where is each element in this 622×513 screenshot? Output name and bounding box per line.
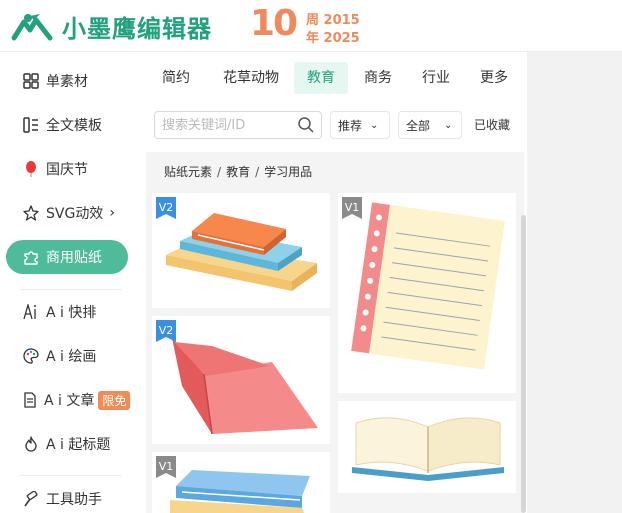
- sidebar-item-label: 工具助手: [46, 492, 102, 508]
- sidebar-item-label: A i 文章: [44, 393, 95, 409]
- stacked-books-image: [166, 213, 317, 291]
- flame-icon: [22, 435, 40, 453]
- breadcrumb-item: 学习用品: [264, 165, 313, 179]
- breadcrumb: 贴纸元素 / 教育 / 学习用品: [164, 163, 312, 180]
- sidebar-item-national-day[interactable]: 国庆节: [6, 152, 128, 186]
- sticker-card-notebook-paper[interactable]: V1: [338, 193, 516, 393]
- red-open-book-image: [172, 338, 318, 435]
- balloon-icon: [22, 160, 40, 178]
- sidebar-item-full-template[interactable]: 全文模板: [6, 108, 128, 142]
- search-icon[interactable]: [297, 116, 315, 134]
- search-input[interactable]: [162, 116, 292, 134]
- sidebar-item-ai-painting[interactable]: A i 绘画: [6, 339, 128, 373]
- sidebar-item-svg-motion[interactable]: SVG动效 ›: [6, 196, 128, 230]
- sticker-card-stacked-books[interactable]: V2: [152, 193, 330, 308]
- version-tag-text: V1: [345, 201, 360, 214]
- hammer-icon: [22, 490, 40, 508]
- notebook-paper-image: [351, 202, 505, 370]
- sticker-card-open-book[interactable]: [338, 401, 516, 493]
- tab-business[interactable]: 商务: [356, 62, 400, 94]
- app-root: 小墨鹰编辑器 10 周 2015 年 2025 单素材 全文模板 国庆节 SVG…: [0, 0, 622, 513]
- ai-icon: [22, 303, 40, 321]
- version-tag-text: V2: [159, 201, 174, 214]
- anniversary-line-1: 周 2015: [306, 13, 360, 28]
- sidebar-item-label: SVG动效: [46, 206, 104, 222]
- star-icon: [22, 204, 40, 222]
- tab-industry[interactable]: 行业: [414, 62, 458, 94]
- breadcrumb-item[interactable]: 教育: [226, 163, 250, 180]
- blue-book-stack-image: [170, 470, 310, 513]
- template-icon: [22, 116, 40, 134]
- sidebar-item-single-material[interactable]: 单素材: [6, 64, 128, 98]
- brand-name[interactable]: 小墨鹰编辑器: [62, 9, 212, 44]
- sidebar-item-label: A i 快排: [46, 305, 97, 321]
- palette-icon: [22, 347, 40, 365]
- search-box: [154, 111, 322, 139]
- sidebar-item-label: 单素材: [46, 74, 88, 90]
- version-tag-icon: V1: [342, 197, 362, 219]
- version-tag-icon: V1: [156, 456, 176, 478]
- free-badge: 限免: [98, 390, 131, 410]
- version-tag-icon: V2: [156, 197, 176, 219]
- chevron-down-icon: ⌄: [370, 119, 379, 131]
- scope-dropdown[interactable]: 全部 ⌄: [398, 111, 462, 139]
- sticker-card-blue-book-stack[interactable]: V1: [152, 452, 330, 513]
- breadcrumb-separator: /: [255, 165, 260, 179]
- sticker-card-red-open-book[interactable]: V2: [152, 316, 330, 444]
- sort-dropdown[interactable]: 推荐 ⌄: [330, 111, 390, 139]
- sidebar-item-label: 全文模板: [46, 118, 102, 134]
- sidebar-divider: [20, 289, 122, 290]
- sidebar-divider: [20, 475, 122, 476]
- sort-dropdown-label: 推荐: [338, 118, 363, 133]
- tab-simple[interactable]: 简约: [154, 62, 198, 94]
- anniversary-number: 10: [250, 3, 298, 44]
- version-tag-text: V1: [159, 460, 174, 473]
- top-header: 小墨鹰编辑器 10 周 2015 年 2025: [0, 0, 622, 52]
- tab-more[interactable]: 更多: [472, 62, 516, 94]
- anniversary-badge: 10 周 2015 年 2025: [250, 3, 365, 47]
- eagle-logo-icon[interactable]: [10, 12, 54, 42]
- sidebar-item-ai-title[interactable]: A i 起标题: [6, 427, 128, 461]
- chevron-right-icon: ›: [109, 205, 115, 221]
- favorites-link[interactable]: 已收藏: [474, 116, 510, 133]
- chevron-down-icon: ⌄: [444, 119, 453, 131]
- breadcrumb-separator: /: [217, 165, 222, 179]
- sidebar-item-tools[interactable]: 工具助手: [6, 482, 128, 513]
- version-tag-icon: V2: [156, 320, 176, 342]
- breadcrumb-item[interactable]: 贴纸元素: [164, 163, 212, 180]
- sidebar-item-label: 国庆节: [46, 162, 88, 178]
- grid-icon: [22, 72, 40, 90]
- right-panel-background: [527, 52, 622, 513]
- sidebar-item-label: A i 绘画: [46, 349, 97, 365]
- version-tag-text: V2: [159, 324, 174, 337]
- sidebar-item-label: A i 起标题: [46, 437, 111, 453]
- open-book-image: [352, 417, 504, 481]
- sidebar-item-label: 商用贴纸: [46, 250, 102, 266]
- content-scrollbar[interactable]: [521, 215, 526, 513]
- anniversary-line-2: 年 2025: [306, 31, 360, 46]
- document-icon: [22, 391, 38, 409]
- sidebar-item-commercial-stickers[interactable]: 商用贴纸: [6, 240, 128, 274]
- tab-education[interactable]: 教育: [294, 62, 348, 94]
- scope-dropdown-label: 全部: [406, 118, 431, 133]
- puzzle-icon: [22, 248, 40, 266]
- sidebar-item-ai-article[interactable]: A i 文章 限免: [6, 383, 131, 417]
- tab-flowers-animals[interactable]: 花草动物: [216, 62, 286, 94]
- sidebar-item-ai-layout[interactable]: A i 快排: [6, 295, 128, 329]
